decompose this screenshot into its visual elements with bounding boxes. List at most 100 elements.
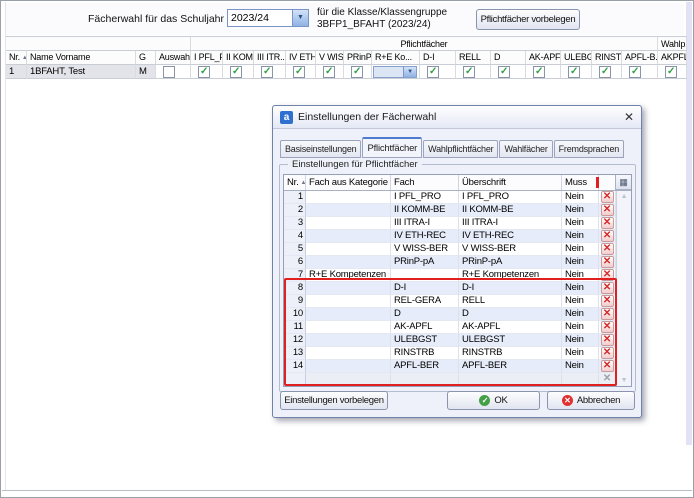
einstellungen-vorbelegen-button[interactable]: Einstellungen vorbelegen — [280, 391, 388, 410]
column-header[interactable]: Auswahl — [156, 51, 191, 65]
student-cell: ✓ — [592, 65, 622, 79]
column-header-label: III ITR... — [257, 52, 286, 62]
column-header[interactable]: PRinP-pA — [344, 51, 372, 65]
main-table-header-row: Nr.▲Name VornameGAuswahlI PFL_P...II KOM… — [6, 51, 687, 65]
delete-row-button[interactable]: ✕ — [601, 321, 614, 333]
subject-checkbox[interactable]: ✓ — [323, 66, 335, 78]
subject-checkbox[interactable]: ✓ — [665, 66, 677, 78]
close-icon[interactable]: ✕ — [624, 111, 634, 123]
tab-pflichtfächer[interactable]: Pflichtfächer — [362, 137, 422, 158]
delete-row-button[interactable]: ✕ — [601, 217, 614, 229]
delete-row-button[interactable]: ✕ — [601, 334, 614, 346]
column-header[interactable]: IV ETH-... — [286, 51, 316, 65]
subject-checkbox[interactable]: ✓ — [463, 66, 475, 78]
student-cell: M — [136, 65, 156, 79]
delete-row-button[interactable]: ✕ — [601, 269, 614, 281]
schoolyear-select[interactable]: 2023/24 ▼ — [227, 9, 309, 27]
tab-wahlpflichtfächer[interactable]: Wahlpflichtfächer — [423, 140, 498, 158]
delete-row-button[interactable]: ✕ — [601, 295, 614, 307]
subject-checkbox[interactable]: ✓ — [629, 66, 641, 78]
tab-basiseinstellungen[interactable]: Basiseinstellungen — [280, 140, 361, 158]
column-header[interactable]: V WISS... — [316, 51, 344, 65]
subject-checkbox[interactable] — [163, 66, 175, 78]
delete-row-button[interactable]: ✕ — [601, 347, 614, 359]
column-header[interactable]: Name Vorname — [27, 51, 136, 65]
dialog-title: Einstellungen der Fächerwahl — [298, 111, 436, 123]
column-header[interactable]: RINSTRB — [592, 51, 622, 65]
ok-button[interactable]: ✓ OK — [447, 391, 540, 410]
cell-delete: ✕ — [599, 204, 616, 217]
app-logo-icon: a — [280, 111, 293, 124]
dialog-table-row: 10DDNein✕ — [284, 308, 631, 321]
cell-nr: 13 — [284, 347, 306, 360]
cell-fach: D — [391, 308, 459, 321]
abbrechen-button[interactable]: ✕ Abbrechen — [547, 391, 635, 410]
subject-checkbox[interactable]: ✓ — [599, 66, 611, 78]
scroll-up-icon[interactable]: ▲ — [617, 193, 631, 200]
cell-kategorie — [306, 204, 391, 217]
delete-row-button[interactable]: ✕ — [601, 256, 614, 268]
cell-kategorie — [306, 230, 391, 243]
table-scrollbar[interactable]: ▲▼ — [616, 191, 631, 386]
cell-delete: ✕ — [599, 308, 616, 321]
group-header-wahlpflicht: Wahlp... — [658, 37, 687, 51]
column-header[interactable]: G — [136, 51, 156, 65]
dialog-column-header[interactable]: Nr.▲ — [284, 175, 306, 190]
ok-label: OK — [494, 395, 507, 406]
column-header[interactable]: D — [491, 51, 526, 65]
cell-fach: ULEBGST — [391, 334, 459, 347]
dialog-table-empty-row: ✕ — [284, 373, 631, 386]
column-header[interactable]: RELL — [456, 51, 491, 65]
subject-checkbox[interactable]: ✓ — [293, 66, 305, 78]
column-header[interactable]: R+E Ko... — [372, 51, 420, 65]
check-icon: ✓ — [232, 65, 240, 78]
cell-fach: III ITRA-I — [391, 217, 459, 230]
column-header[interactable]: III ITR... — [254, 51, 286, 65]
column-header[interactable]: Nr.▲ — [6, 51, 27, 65]
dialog-column-header[interactable]: Fach — [391, 175, 459, 190]
column-header[interactable]: II KOM... — [223, 51, 254, 65]
dialog-title-bar: a Einstellungen der Fächerwahl ✕ — [273, 106, 641, 129]
column-header[interactable]: D-I — [420, 51, 456, 65]
column-header[interactable]: AK-APFL — [526, 51, 561, 65]
subject-checkbox[interactable]: ✓ — [533, 66, 545, 78]
column-chooser-button[interactable]: ▦ — [615, 175, 631, 190]
delete-row-button[interactable]: ✕ — [601, 282, 614, 294]
delete-row-button[interactable]: ✕ — [601, 360, 614, 372]
column-header-label: D-I — [423, 52, 434, 62]
dialog-column-header[interactable]: Muss — [562, 175, 599, 190]
delete-row-button[interactable]: ✕ — [601, 230, 614, 242]
column-header[interactable]: I PFL_P... — [191, 51, 223, 65]
subject-checkbox[interactable]: ✓ — [230, 66, 242, 78]
student-row: 11BFAHT, TestM✓✓✓✓✓✓▼✓✓✓✓✓✓✓✓ — [6, 65, 687, 79]
subject-checkbox[interactable]: ✓ — [498, 66, 510, 78]
subject-checkbox[interactable]: ✓ — [568, 66, 580, 78]
class-value: 3BFP1_BFAHT (2023/24) — [317, 19, 447, 31]
subject-checkbox[interactable]: ✓ — [351, 66, 363, 78]
delete-row-button[interactable]: ✕ — [601, 191, 614, 203]
subject-checkbox[interactable]: ✓ — [427, 66, 439, 78]
cell-muss: Nein — [562, 191, 599, 204]
cell-kategorie — [306, 360, 391, 373]
dialog-column-header[interactable]: Fach aus Kategorie — [306, 175, 391, 190]
column-header[interactable]: APFL-B... — [622, 51, 658, 65]
pflichtfaecher-vorbelegen-button[interactable]: Pflichtfächer vorbelegen — [476, 9, 580, 30]
scroll-down-icon[interactable]: ▼ — [617, 377, 631, 384]
subject-checkbox[interactable]: ✓ — [198, 66, 210, 78]
delete-row-button[interactable]: ✕ — [601, 204, 614, 216]
subject-combobox[interactable]: ▼ — [373, 66, 417, 78]
column-header[interactable]: AKPFL-... — [658, 51, 687, 65]
tab-fremdsprachen[interactable]: Fremdsprachen — [554, 140, 624, 158]
cell-fach: D-I — [391, 282, 459, 295]
cell-delete: ✕ — [599, 243, 616, 256]
delete-row-button[interactable]: ✕ — [601, 243, 614, 255]
cell-fach: IV ETH-REC — [391, 230, 459, 243]
subject-checkbox[interactable]: ✓ — [261, 66, 273, 78]
delete-row-button[interactable]: ✕ — [601, 308, 614, 320]
column-header[interactable]: ULEBGST — [561, 51, 592, 65]
group-header-empty — [6, 37, 191, 51]
dialog-column-header[interactable]: Überschrift — [459, 175, 562, 190]
cell-delete: ✕ — [599, 334, 616, 347]
tab-wahlfächer[interactable]: Wahlfächer — [499, 140, 552, 158]
cell-fach — [391, 373, 459, 386]
